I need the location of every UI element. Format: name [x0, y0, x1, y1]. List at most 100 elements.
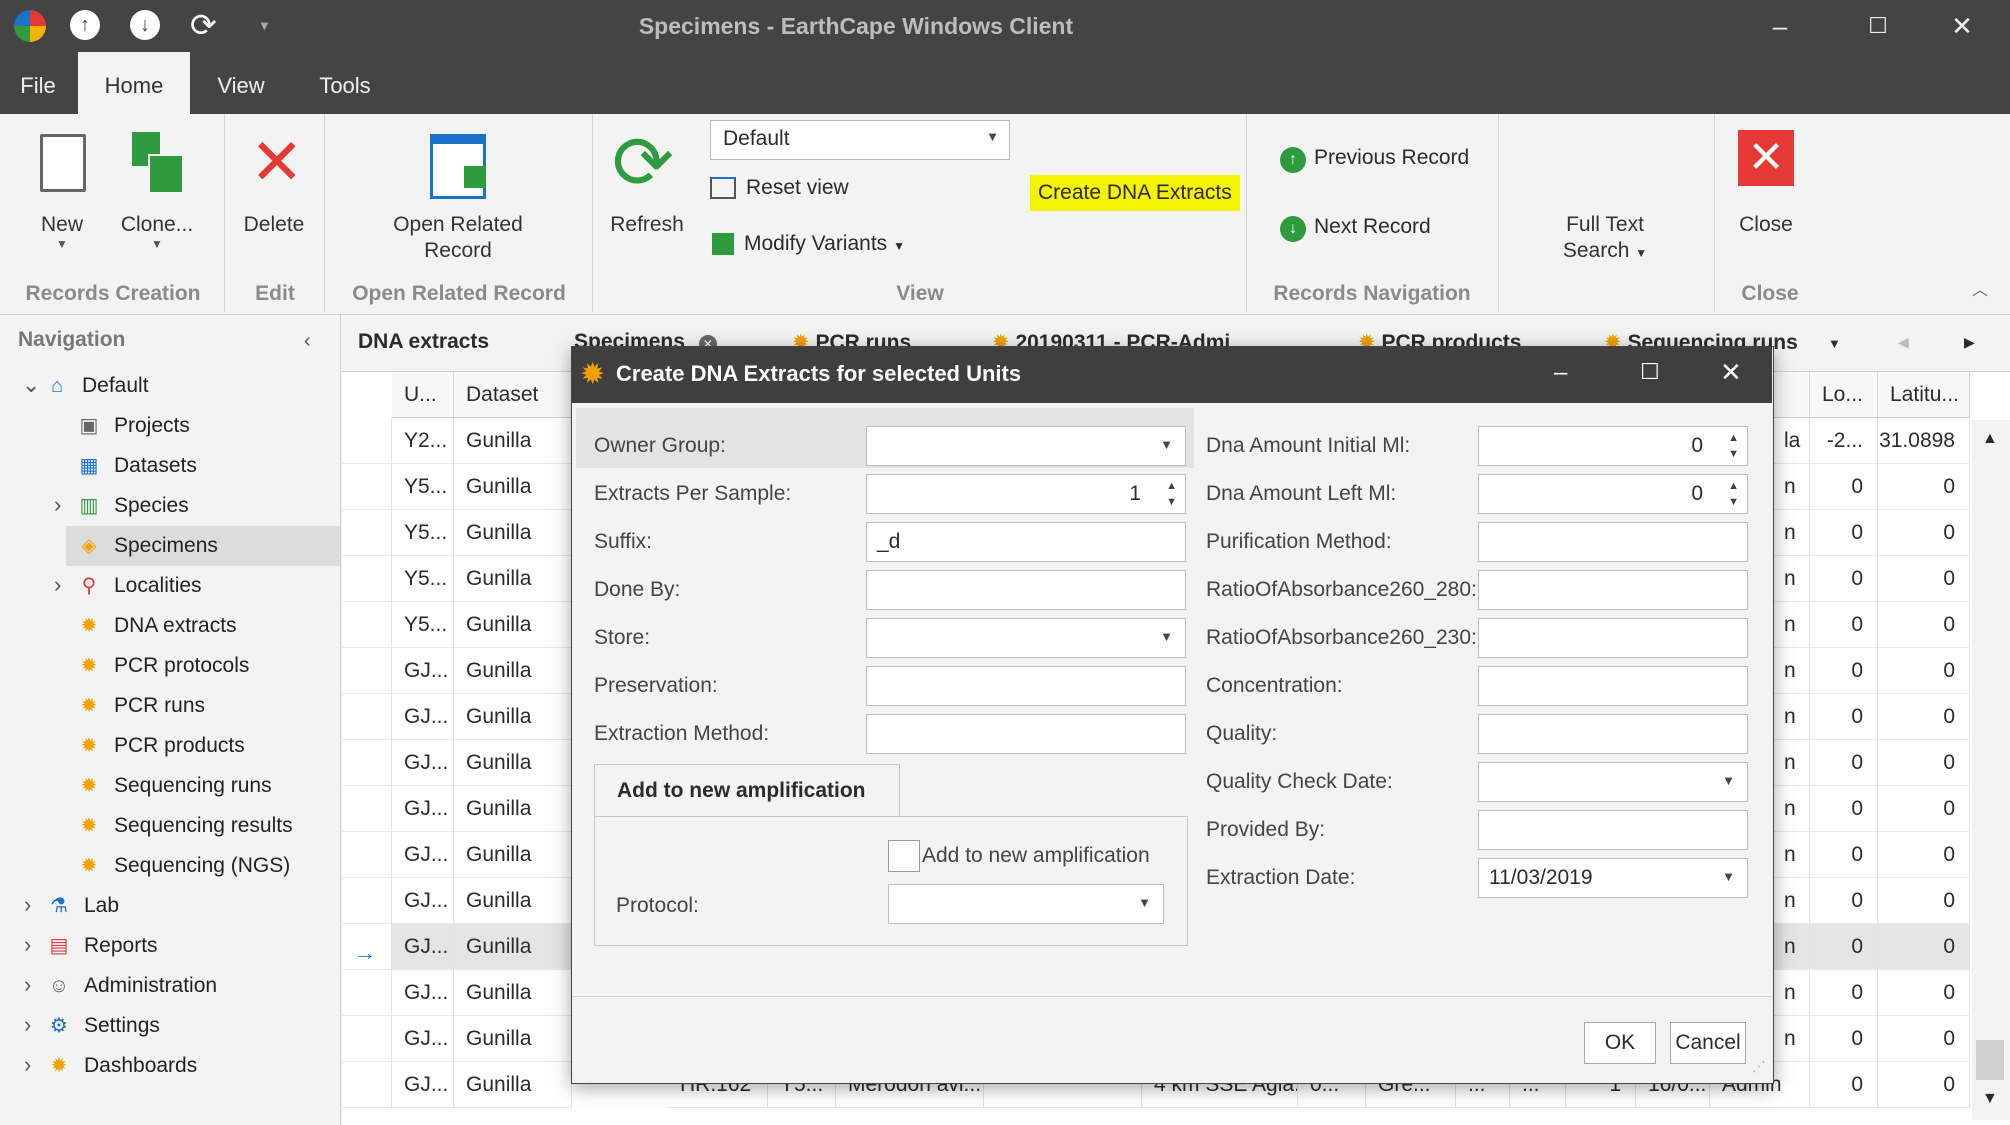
cell-partial[interactable]: n — [1772, 510, 1810, 556]
expand-icon[interactable]: › — [24, 932, 31, 958]
cell-partial[interactable]: n — [1772, 1016, 1810, 1062]
dialog-maximize-icon[interactable]: ☐ — [1640, 359, 1660, 385]
quality-date-combo[interactable]: ▼ — [1478, 762, 1748, 802]
cell-partial[interactable]: n — [1772, 602, 1810, 648]
expand-icon[interactable]: › — [54, 492, 61, 518]
extracts-per-sample-spin[interactable]: 1 ▲ ▼ — [866, 474, 1186, 514]
nav-item-datasets[interactable]: ▦ Datasets — [76, 448, 197, 484]
dna-initial-spin[interactable]: 0 ▲ ▼ — [1478, 426, 1748, 466]
dna-left-spin[interactable]: 0 ▲ ▼ — [1478, 474, 1748, 514]
cell-ds[interactable]: Gunilla — [454, 1062, 572, 1108]
cell-latitude[interactable]: 0 — [1878, 556, 1970, 602]
refresh-button[interactable]: Refresh — [602, 212, 692, 238]
nav-item-specimens[interactable]: ◈ Specimens — [76, 528, 218, 564]
cell-dataset[interactable]: Gunilla — [454, 970, 572, 1016]
cancel-button[interactable]: Cancel — [1670, 1022, 1746, 1064]
cell-longitude[interactable]: 0 — [1810, 510, 1878, 556]
cell-unit[interactable]: GJ... — [392, 648, 454, 694]
cell-lat[interactable]: 0 — [1878, 1062, 1970, 1108]
clone-button[interactable]: Clone... ▼ — [112, 212, 202, 250]
dialog-minimize-icon[interactable]: – — [1554, 359, 1567, 387]
cell-longitude[interactable]: 0 — [1810, 602, 1878, 648]
nav-item-pcr-runs[interactable]: ✹ PCR runs — [76, 688, 205, 724]
cell-latitude[interactable]: 0 — [1878, 694, 1970, 740]
nav-item-reports[interactable]: ▤ Reports — [46, 928, 158, 964]
menu-view[interactable]: View — [206, 52, 276, 114]
cell-latitude[interactable]: 0 — [1878, 510, 1970, 556]
cell-longitude[interactable]: 0 — [1810, 970, 1878, 1016]
open-related-button[interactable]: Open Related Record — [380, 212, 536, 264]
tabs-prev-icon[interactable]: ◀ — [1898, 334, 1909, 351]
cell-longitude[interactable]: 0 — [1810, 694, 1878, 740]
nav-item-sequencing-ngs[interactable]: ✹ Sequencing (NGS) — [76, 848, 291, 884]
cell-u[interactable]: GJ... — [392, 1062, 454, 1108]
cell-partial[interactable]: n — [1772, 694, 1810, 740]
cell-dataset[interactable]: Gunilla — [454, 464, 572, 510]
cell-latitude[interactable]: 0 — [1878, 464, 1970, 510]
cell-unit[interactable]: Y2... — [392, 418, 454, 464]
row-indicator[interactable] — [342, 878, 392, 924]
cell-dataset[interactable]: Gunilla — [454, 1016, 572, 1062]
cell-latitude[interactable]: 0 — [1878, 602, 1970, 648]
reset-view-button[interactable]: Reset view — [710, 176, 849, 200]
cell-longitude[interactable]: 0 — [1810, 740, 1878, 786]
cell-latitude[interactable]: 0 — [1878, 970, 1970, 1016]
cell-latitude[interactable]: 31.0898 — [1878, 418, 1970, 464]
scroll-up-icon[interactable]: ▲ — [1982, 430, 1998, 448]
cell-longitude[interactable]: 0 — [1810, 648, 1878, 694]
cell-unit[interactable]: GJ... — [392, 832, 454, 878]
scroll-down-icon[interactable]: ▼ — [1982, 1090, 1998, 1108]
cell-partial[interactable]: n — [1772, 556, 1810, 602]
nav-item-localities[interactable]: ⚲ Localities — [76, 568, 202, 604]
nav-item-sequencing-results[interactable]: ✹ Sequencing results — [76, 808, 293, 844]
cell-longitude[interactable]: 0 — [1810, 464, 1878, 510]
owner-group-combo[interactable]: ▼ — [866, 426, 1186, 466]
suffix-input[interactable]: _d — [866, 522, 1186, 562]
spin-icon[interactable]: ▲ ▼ — [1166, 478, 1177, 510]
cell-longitude[interactable]: -2... — [1810, 418, 1878, 464]
create-dna-extracts-button[interactable]: Create DNA Extracts — [1030, 175, 1240, 211]
resize-grip-icon[interactable]: ⋰ — [1752, 1058, 1766, 1075]
cell-dataset[interactable]: Gunilla — [454, 878, 572, 924]
cell-unit[interactable]: GJ... — [392, 1016, 454, 1062]
cell-latitude[interactable]: 0 — [1878, 878, 1970, 924]
previous-record-button[interactable]: ↑ Previous Record — [1280, 146, 1469, 173]
cell-longitude[interactable]: 0 — [1810, 556, 1878, 602]
cell-partial[interactable]: n — [1772, 924, 1810, 970]
cell-longitude[interactable]: 0 — [1810, 878, 1878, 924]
extraction-date-combo[interactable]: 11/03/2019 ▼ — [1478, 858, 1748, 898]
cell-unit[interactable]: Y5... — [392, 510, 454, 556]
row-indicator[interactable] — [342, 970, 392, 1016]
row-indicator[interactable] — [342, 602, 392, 648]
cell-latitude[interactable]: 0 — [1878, 1016, 1970, 1062]
cell-latitude[interactable]: 0 — [1878, 786, 1970, 832]
cell-dataset[interactable]: Gunilla — [454, 418, 572, 464]
view-layout-combo[interactable]: Default ▼ — [710, 120, 1010, 160]
cell-unit[interactable]: Y5... — [392, 602, 454, 648]
nav-item-administration[interactable]: ☺ Administration — [46, 968, 217, 1004]
new-button[interactable]: New ▼ — [22, 212, 102, 250]
protocol-combo[interactable]: ▼ — [888, 884, 1164, 924]
next-record-button[interactable]: ↓ Next Record — [1280, 215, 1431, 242]
row-indicator[interactable] — [342, 648, 392, 694]
cell-dataset[interactable]: Gunilla — [454, 740, 572, 786]
cell-dataset[interactable]: Gunilla — [454, 924, 572, 970]
nav-item-pcr-protocols[interactable]: ✹ PCR protocols — [76, 648, 250, 684]
cell-longitude[interactable]: 0 — [1810, 832, 1878, 878]
cell-partial[interactable]: n — [1772, 648, 1810, 694]
expand-icon[interactable]: › — [24, 972, 31, 998]
cell-longitude[interactable]: 0 — [1810, 924, 1878, 970]
cell-partial[interactable]: la — [1772, 418, 1810, 464]
ratio280-input[interactable] — [1478, 570, 1748, 610]
concentration-input[interactable] — [1478, 666, 1748, 706]
provided-by-input[interactable] — [1478, 810, 1748, 850]
quality-input[interactable] — [1478, 714, 1748, 754]
done-by-input[interactable] — [866, 570, 1186, 610]
cell-latitude[interactable]: 0 — [1878, 924, 1970, 970]
col-header-longitude[interactable]: Lo... — [1810, 372, 1878, 418]
nav-item-species[interactable]: ▥ Species — [76, 488, 189, 524]
cell-unit[interactable]: Y5... — [392, 556, 454, 602]
expand-icon[interactable]: › — [24, 892, 31, 918]
cell-dataset[interactable]: Gunilla — [454, 648, 572, 694]
amplification-tab[interactable]: Add to new amplification — [594, 764, 900, 816]
